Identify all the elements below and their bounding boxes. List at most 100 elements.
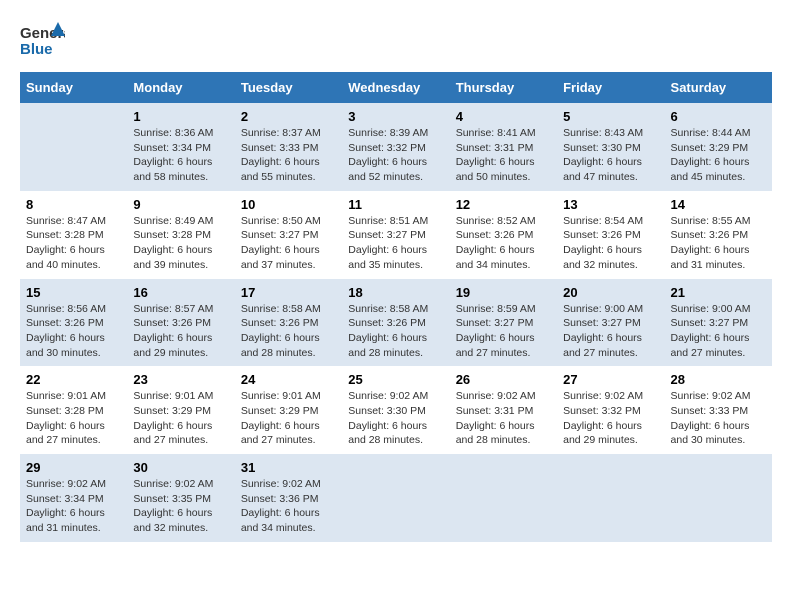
day-info: Sunrise: 9:02 AM Sunset: 3:32 PM Dayligh… xyxy=(563,390,643,446)
calendar-cell: 25 Sunrise: 9:02 AM Sunset: 3:30 PM Dayl… xyxy=(342,366,449,454)
day-info: Sunrise: 9:02 AM Sunset: 3:30 PM Dayligh… xyxy=(348,390,428,446)
day-info: Sunrise: 9:02 AM Sunset: 3:34 PM Dayligh… xyxy=(26,478,106,534)
day-number: 2 xyxy=(241,109,336,124)
day-info: Sunrise: 8:52 AM Sunset: 3:26 PM Dayligh… xyxy=(456,215,536,271)
day-number: 24 xyxy=(241,372,336,387)
calendar-week-row: 29 Sunrise: 9:02 AM Sunset: 3:34 PM Dayl… xyxy=(20,454,772,542)
day-info: Sunrise: 9:00 AM Sunset: 3:27 PM Dayligh… xyxy=(563,303,643,359)
day-number: 14 xyxy=(671,197,766,212)
day-info: Sunrise: 8:54 AM Sunset: 3:26 PM Dayligh… xyxy=(563,215,643,271)
day-number: 25 xyxy=(348,372,443,387)
calendar-week-row: 15 Sunrise: 8:56 AM Sunset: 3:26 PM Dayl… xyxy=(20,279,772,367)
day-number: 26 xyxy=(456,372,551,387)
logo-graphic: General Blue xyxy=(20,20,65,62)
day-number: 23 xyxy=(133,372,228,387)
day-info: Sunrise: 8:58 AM Sunset: 3:26 PM Dayligh… xyxy=(348,303,428,359)
day-info: Sunrise: 8:39 AM Sunset: 3:32 PM Dayligh… xyxy=(348,127,428,183)
day-number: 10 xyxy=(241,197,336,212)
logo: General Blue xyxy=(20,20,65,62)
day-number: 4 xyxy=(456,109,551,124)
day-info: Sunrise: 9:01 AM Sunset: 3:29 PM Dayligh… xyxy=(241,390,321,446)
day-info: Sunrise: 8:36 AM Sunset: 3:34 PM Dayligh… xyxy=(133,127,213,183)
day-number: 8 xyxy=(26,197,121,212)
calendar-cell: 3 Sunrise: 8:39 AM Sunset: 3:32 PM Dayli… xyxy=(342,103,449,191)
day-number: 31 xyxy=(241,460,336,475)
weekday-header: Wednesday xyxy=(342,72,449,103)
day-info: Sunrise: 9:02 AM Sunset: 3:31 PM Dayligh… xyxy=(456,390,536,446)
day-number: 28 xyxy=(671,372,766,387)
calendar-week-row: 8 Sunrise: 8:47 AM Sunset: 3:28 PM Dayli… xyxy=(20,191,772,279)
day-info: Sunrise: 9:01 AM Sunset: 3:28 PM Dayligh… xyxy=(26,390,106,446)
day-info: Sunrise: 8:44 AM Sunset: 3:29 PM Dayligh… xyxy=(671,127,751,183)
calendar-cell: 29 Sunrise: 9:02 AM Sunset: 3:34 PM Dayl… xyxy=(20,454,127,542)
day-info: Sunrise: 8:51 AM Sunset: 3:27 PM Dayligh… xyxy=(348,215,428,271)
day-number: 19 xyxy=(456,285,551,300)
day-number: 18 xyxy=(348,285,443,300)
svg-text:Blue: Blue xyxy=(20,41,53,58)
day-number: 21 xyxy=(671,285,766,300)
calendar-cell: 11 Sunrise: 8:51 AM Sunset: 3:27 PM Dayl… xyxy=(342,191,449,279)
day-number: 17 xyxy=(241,285,336,300)
weekday-header: Friday xyxy=(557,72,664,103)
day-info: Sunrise: 8:50 AM Sunset: 3:27 PM Dayligh… xyxy=(241,215,321,271)
calendar-cell: 23 Sunrise: 9:01 AM Sunset: 3:29 PM Dayl… xyxy=(127,366,234,454)
day-info: Sunrise: 8:57 AM Sunset: 3:26 PM Dayligh… xyxy=(133,303,213,359)
calendar-cell: 14 Sunrise: 8:55 AM Sunset: 3:26 PM Dayl… xyxy=(665,191,772,279)
day-number: 27 xyxy=(563,372,658,387)
day-info: Sunrise: 8:58 AM Sunset: 3:26 PM Dayligh… xyxy=(241,303,321,359)
day-info: Sunrise: 8:37 AM Sunset: 3:33 PM Dayligh… xyxy=(241,127,321,183)
day-number: 15 xyxy=(26,285,121,300)
calendar-cell: 5 Sunrise: 8:43 AM Sunset: 3:30 PM Dayli… xyxy=(557,103,664,191)
calendar-cell: 27 Sunrise: 9:02 AM Sunset: 3:32 PM Dayl… xyxy=(557,366,664,454)
calendar-cell: 2 Sunrise: 8:37 AM Sunset: 3:33 PM Dayli… xyxy=(235,103,342,191)
weekday-header: Monday xyxy=(127,72,234,103)
calendar-body: 1 Sunrise: 8:36 AM Sunset: 3:34 PM Dayli… xyxy=(20,103,772,542)
day-number: 5 xyxy=(563,109,658,124)
calendar-cell xyxy=(342,454,449,542)
day-info: Sunrise: 8:55 AM Sunset: 3:26 PM Dayligh… xyxy=(671,215,751,271)
calendar-week-row: 1 Sunrise: 8:36 AM Sunset: 3:34 PM Dayli… xyxy=(20,103,772,191)
day-number: 1 xyxy=(133,109,228,124)
calendar-cell: 22 Sunrise: 9:01 AM Sunset: 3:28 PM Dayl… xyxy=(20,366,127,454)
calendar-cell: 19 Sunrise: 8:59 AM Sunset: 3:27 PM Dayl… xyxy=(450,279,557,367)
calendar-cell: 28 Sunrise: 9:02 AM Sunset: 3:33 PM Dayl… xyxy=(665,366,772,454)
calendar-cell: 16 Sunrise: 8:57 AM Sunset: 3:26 PM Dayl… xyxy=(127,279,234,367)
calendar-cell: 12 Sunrise: 8:52 AM Sunset: 3:26 PM Dayl… xyxy=(450,191,557,279)
calendar-cell: 17 Sunrise: 8:58 AM Sunset: 3:26 PM Dayl… xyxy=(235,279,342,367)
day-info: Sunrise: 9:02 AM Sunset: 3:36 PM Dayligh… xyxy=(241,478,321,534)
weekday-header: Saturday xyxy=(665,72,772,103)
calendar-cell xyxy=(450,454,557,542)
calendar-cell: 13 Sunrise: 8:54 AM Sunset: 3:26 PM Dayl… xyxy=(557,191,664,279)
day-info: Sunrise: 8:56 AM Sunset: 3:26 PM Dayligh… xyxy=(26,303,106,359)
calendar-cell: 6 Sunrise: 8:44 AM Sunset: 3:29 PM Dayli… xyxy=(665,103,772,191)
day-info: Sunrise: 8:59 AM Sunset: 3:27 PM Dayligh… xyxy=(456,303,536,359)
calendar-cell: 30 Sunrise: 9:02 AM Sunset: 3:35 PM Dayl… xyxy=(127,454,234,542)
calendar-cell: 20 Sunrise: 9:00 AM Sunset: 3:27 PM Dayl… xyxy=(557,279,664,367)
calendar-header: SundayMondayTuesdayWednesdayThursdayFrid… xyxy=(20,72,772,103)
calendar-cell: 1 Sunrise: 8:36 AM Sunset: 3:34 PM Dayli… xyxy=(127,103,234,191)
calendar-cell xyxy=(20,103,127,191)
day-number: 9 xyxy=(133,197,228,212)
day-info: Sunrise: 8:47 AM Sunset: 3:28 PM Dayligh… xyxy=(26,215,106,271)
weekday-header: Sunday xyxy=(20,72,127,103)
day-info: Sunrise: 9:02 AM Sunset: 3:35 PM Dayligh… xyxy=(133,478,213,534)
calendar-cell: 15 Sunrise: 8:56 AM Sunset: 3:26 PM Dayl… xyxy=(20,279,127,367)
logo-container: General Blue xyxy=(20,20,65,62)
day-info: Sunrise: 8:41 AM Sunset: 3:31 PM Dayligh… xyxy=(456,127,536,183)
day-number: 22 xyxy=(26,372,121,387)
day-info: Sunrise: 8:49 AM Sunset: 3:28 PM Dayligh… xyxy=(133,215,213,271)
day-number: 20 xyxy=(563,285,658,300)
calendar-table: SundayMondayTuesdayWednesdayThursdayFrid… xyxy=(20,72,772,542)
day-number: 11 xyxy=(348,197,443,212)
calendar-cell xyxy=(557,454,664,542)
calendar-cell xyxy=(665,454,772,542)
day-number: 16 xyxy=(133,285,228,300)
calendar-cell: 8 Sunrise: 8:47 AM Sunset: 3:28 PM Dayli… xyxy=(20,191,127,279)
calendar-cell: 9 Sunrise: 8:49 AM Sunset: 3:28 PM Dayli… xyxy=(127,191,234,279)
calendar-cell: 4 Sunrise: 8:41 AM Sunset: 3:31 PM Dayli… xyxy=(450,103,557,191)
day-number: 13 xyxy=(563,197,658,212)
calendar-cell: 18 Sunrise: 8:58 AM Sunset: 3:26 PM Dayl… xyxy=(342,279,449,367)
calendar-cell: 21 Sunrise: 9:00 AM Sunset: 3:27 PM Dayl… xyxy=(665,279,772,367)
calendar-week-row: 22 Sunrise: 9:01 AM Sunset: 3:28 PM Dayl… xyxy=(20,366,772,454)
day-number: 3 xyxy=(348,109,443,124)
